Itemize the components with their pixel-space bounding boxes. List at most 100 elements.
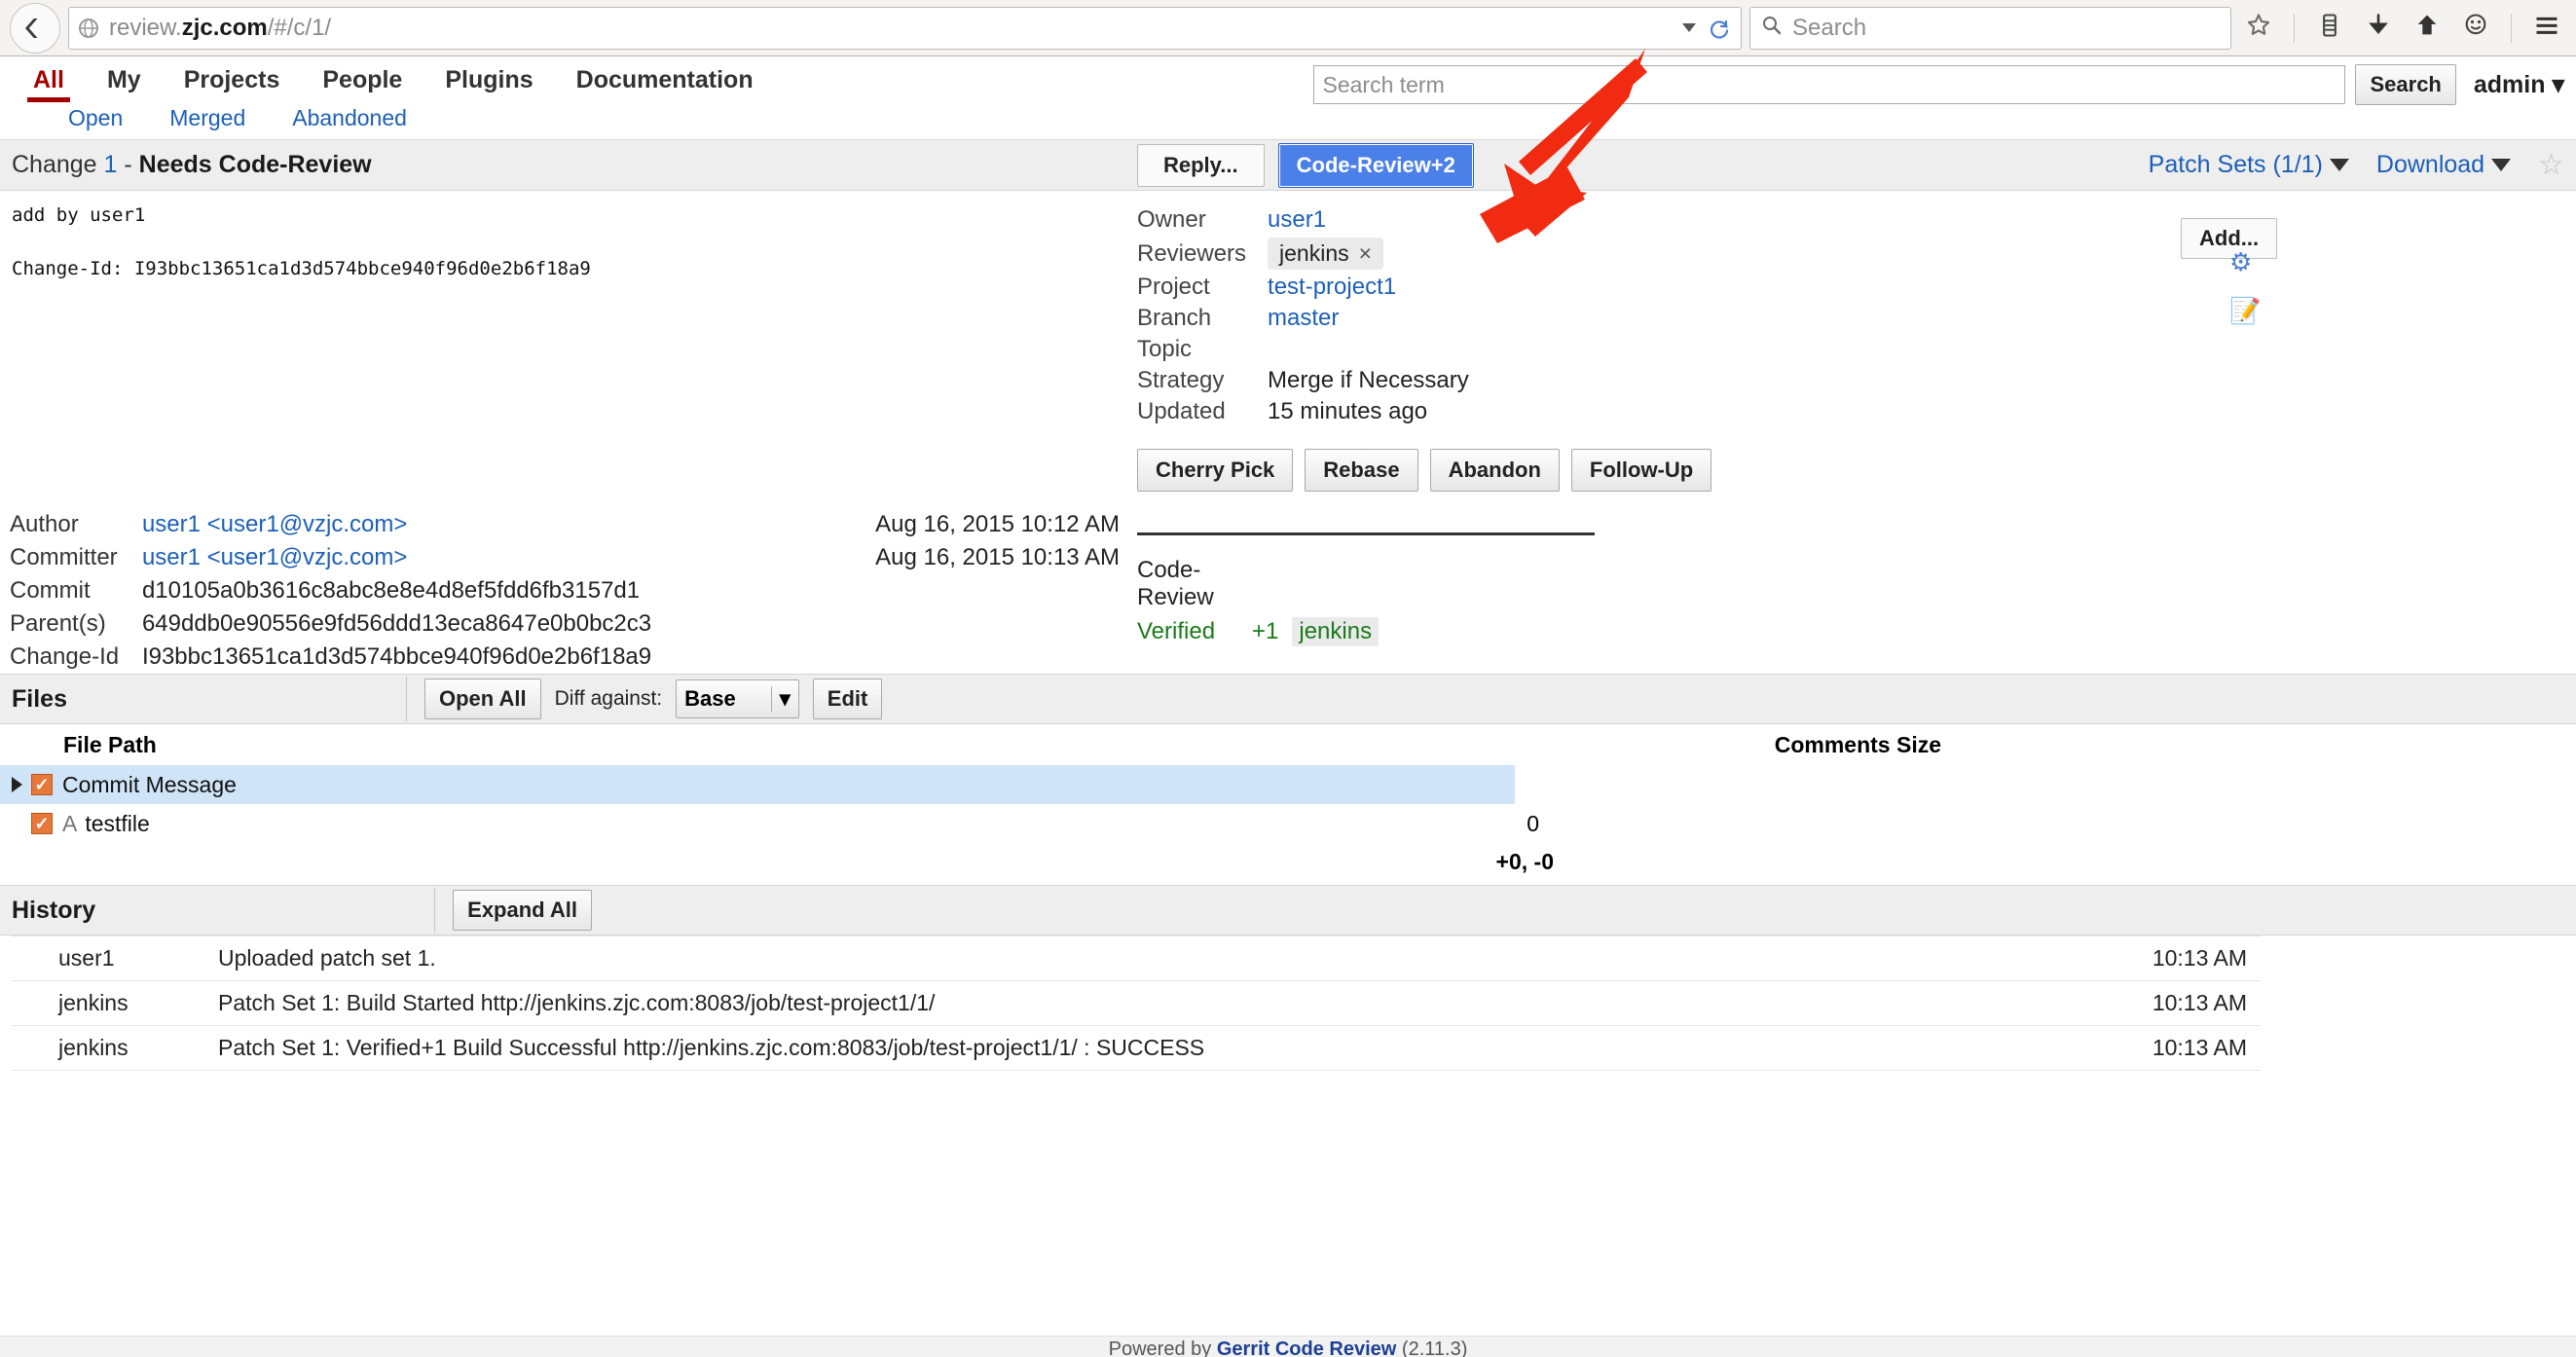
cherry-pick-button[interactable]: Cherry Pick <box>1137 449 1294 492</box>
info-row-branch: Branch master <box>1137 303 1469 334</box>
label-row-verified: Verified +1 jenkins <box>1137 617 2576 646</box>
search-input[interactable]: Search term <box>1313 65 2346 104</box>
detail-key: Change-Id <box>10 643 120 670</box>
subtab-merged[interactable]: Merged <box>169 105 245 131</box>
chevron-down-icon-3: ▾ <box>770 686 791 712</box>
account-menu[interactable]: admin ▾ <box>2466 70 2564 99</box>
menu-item-documentation[interactable]: Documentation <box>555 66 775 102</box>
edit-topic-icon[interactable]: 📝 <box>2229 296 2261 326</box>
info-row-topic: Topic <box>1137 334 1469 365</box>
footer-powered-by: Powered by <box>1108 1339 1212 1357</box>
expand-all-button[interactable]: Expand All <box>453 890 593 931</box>
info-row-reviewers: Reviewers jenkins × <box>1137 236 1469 272</box>
project-link[interactable]: test-project1 <box>1268 272 1469 303</box>
table-row[interactable]: user1 Uploaded patch set 1. 10:13 AM <box>12 935 2261 981</box>
expand-triangle-icon[interactable] <box>12 777 22 792</box>
reply-button[interactable]: Reply... <box>1137 143 1265 187</box>
status-subtabs: Open Merged Abandoned <box>0 105 2576 140</box>
gear-icon[interactable]: ⚙ <box>2229 247 2252 277</box>
info-label: Strategy <box>1137 367 1225 393</box>
change-title: Change 1 - Needs Code-Review <box>12 151 372 178</box>
column-file-path: File Path <box>63 731 157 757</box>
history-message: Patch Set 1: Build Started http://jenkin… <box>218 980 2037 1026</box>
download-dropdown[interactable]: Download <box>2376 151 2512 179</box>
file-name[interactable]: testfile <box>85 811 149 837</box>
files-title: Files <box>12 684 67 713</box>
diff-against-value: Base <box>684 686 736 711</box>
follow-up-button[interactable]: Follow-Up <box>1570 449 1712 492</box>
dropdown-caret-icon[interactable] <box>1682 23 1696 32</box>
change-info-table: Owner user1 Reviewers jenkins × Project t… <box>1137 204 1469 427</box>
subtab-open[interactable]: Open <box>68 105 123 131</box>
info-row-owner: Owner user1 <box>1137 204 1469 236</box>
change-number[interactable]: 1 <box>104 151 118 178</box>
back-icon[interactable] <box>10 2 60 54</box>
left-column: add by user1 Change-Id: I93bbc13651ca1d3… <box>0 191 1120 674</box>
info-label: Reviewers <box>1137 239 1247 267</box>
history-time: 10:13 AM <box>2037 1025 2261 1071</box>
main-menu: All My Projects People Plugins Documenta… <box>12 56 775 102</box>
remove-reviewer-icon[interactable]: × <box>1359 240 1372 266</box>
detail-date: Aug 16, 2015 10:12 AM <box>875 511 1120 537</box>
history-table: user1 Uploaded patch set 1. 10:13 AM jen… <box>12 935 2261 1071</box>
address-bar[interactable]: review.zjc.com/#/c/1/ <box>68 6 1742 50</box>
abandon-button[interactable]: Abandon <box>1429 449 1560 492</box>
detail-value: d10105a0b3616c8abc8e8e4d8ef5fdd6fb3157d1 <box>141 577 641 604</box>
detail-value[interactable]: user1 <user1@vzjc.com> <box>142 508 875 541</box>
open-all-button[interactable]: Open All <box>423 678 541 719</box>
globe-icon <box>77 17 100 40</box>
detail-value[interactable]: user1 <user1@vzjc.com> <box>142 541 875 574</box>
file-checkbox[interactable]: ✓ <box>31 774 53 795</box>
rebase-button[interactable]: Rebase <box>1305 449 1418 492</box>
patch-sets-dropdown[interactable]: Patch Sets (1/1) <box>2149 151 2349 179</box>
detail-value: I93bbc13651ca1d3d574bbce940f96d0e2b6f18a… <box>141 643 652 670</box>
library-icon[interactable] <box>2316 12 2343 45</box>
footer-version: (2.11.3) <box>1401 1339 1468 1357</box>
address-bar-url: review.zjc.com/#/c/1/ <box>109 14 332 41</box>
menu-item-my[interactable]: My <box>86 66 163 102</box>
menu-item-all[interactable]: All <box>12 66 86 102</box>
table-row[interactable]: jenkins Patch Set 1: Build Started http:… <box>12 980 2261 1026</box>
branch-link[interactable]: master <box>1268 303 1469 334</box>
code-review-plus-2-button[interactable]: Code-Review+2 <box>1277 142 1474 188</box>
updated-value: 15 minutes ago <box>1268 398 1428 424</box>
bookmark-star-icon[interactable] <box>2245 12 2272 45</box>
downloads-icon[interactable] <box>2365 12 2392 45</box>
table-row[interactable]: jenkins Patch Set 1: Verified+1 Build Su… <box>12 1025 2261 1071</box>
table-row: Commit d10105a0b3616c8abc8e8e4d8ef5fdd6f… <box>10 574 1120 607</box>
file-checkbox[interactable]: ✓ <box>31 813 53 834</box>
owner-link[interactable]: user1 <box>1268 204 1469 236</box>
star-icon[interactable]: ☆ <box>2538 150 2564 180</box>
browser-search-input[interactable]: Search <box>1749 6 2231 50</box>
menu-item-projects[interactable]: Projects <box>163 66 302 102</box>
menu-item-people[interactable]: People <box>301 66 423 102</box>
table-row: Change-Id I93bbc13651ca1d3d574bbce940f96… <box>10 641 1120 674</box>
label-name-code-review: Code-Review <box>1137 557 1214 610</box>
sync-avatar-icon[interactable] <box>2462 12 2489 45</box>
info-row-project: Project test-project1 <box>1137 272 1469 303</box>
hamburger-menu-icon[interactable] <box>2533 12 2560 45</box>
reviewer-chip[interactable]: jenkins × <box>1268 238 1384 270</box>
search-button[interactable]: Search <box>2355 64 2456 105</box>
info-row-strategy: Strategy Merge if Necessary <box>1137 365 1469 396</box>
history-time: 10:13 AM <box>2037 980 2261 1026</box>
footer-product-link[interactable]: Gerrit Code Review <box>1217 1339 1397 1357</box>
labels-divider <box>1137 532 1595 535</box>
diff-against-select[interactable]: Base ▾ <box>676 679 799 718</box>
reload-icon[interactable] <box>1708 17 1731 40</box>
history-message: Patch Set 1: Verified+1 Build Successful… <box>218 1025 2037 1071</box>
info-label: Project <box>1137 274 1210 300</box>
home-icon[interactable] <box>2413 12 2441 45</box>
menu-item-plugins[interactable]: Plugins <box>423 66 554 102</box>
table-row[interactable]: ✓ Commit Message <box>0 765 1515 804</box>
file-name[interactable]: Commit Message <box>62 772 237 798</box>
change-body: add by user1 Change-Id: I93bbc13651ca1d3… <box>0 191 2576 674</box>
approval-labels: Code-Review Verified +1 jenkins <box>1137 557 2576 646</box>
edit-button[interactable]: Edit <box>812 678 883 719</box>
commit-message: add by user1 Change-Id: I93bbc13651ca1d3… <box>12 204 591 280</box>
subtab-abandoned[interactable]: Abandoned <box>292 105 407 131</box>
strategy-value: Merge if Necessary <box>1268 367 1469 393</box>
detail-key: Commit <box>10 577 91 604</box>
commit-details-table: Author user1 <user1@vzjc.com> Aug 16, 20… <box>10 508 1120 674</box>
table-row[interactable]: ✓ A testfile 0 <box>0 804 2576 843</box>
